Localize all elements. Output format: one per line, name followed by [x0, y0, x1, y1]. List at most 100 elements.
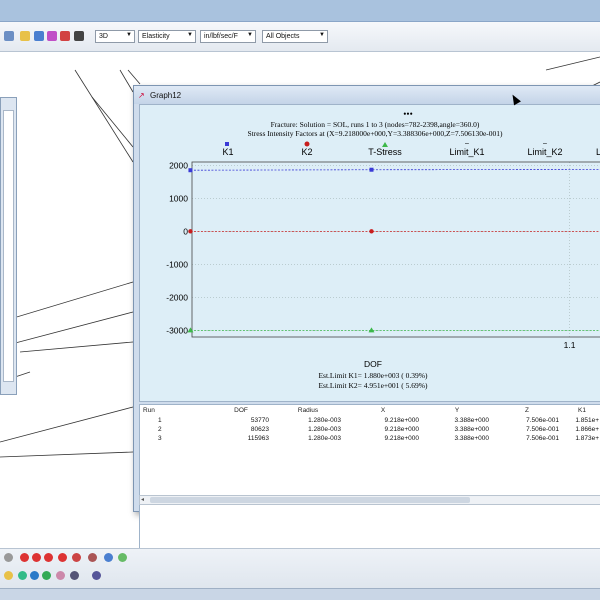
- legend-limit-k2-marker: –: [543, 140, 547, 147]
- results-table: Run DOF Radius X Y Z K1 1 53770 1.280e-003 9.218e…: [140, 405, 600, 443]
- column-header[interactable]: K1: [562, 405, 600, 416]
- table-cell: 3.388e+000: [454, 417, 489, 424]
- column-header[interactable]: Radius: [272, 405, 344, 416]
- est-limit-k1: Est.Limit K1= 1.880e+003 ( 0.39%): [318, 371, 428, 380]
- table-cell: 1.873e+: [575, 435, 599, 442]
- table-cell: 53770: [250, 417, 269, 424]
- plot-grid: [192, 162, 600, 337]
- k1-point: [188, 168, 193, 173]
- filter-select[interactable]: All Objects ▼: [262, 30, 328, 43]
- column-header[interactable]: Y: [422, 405, 492, 416]
- open-folder-icon[interactable]: [20, 31, 30, 41]
- globe-icon[interactable]: [92, 571, 101, 580]
- table-cell: 3: [158, 435, 162, 442]
- legend-limit-k1-marker: –: [465, 140, 469, 147]
- plot-area: ••• Fracture: Solution = SOL, runs 1 to …: [139, 104, 600, 402]
- graph-window[interactable]: ↗ Graph12 ••• Fracture: Solution = SOL, …: [133, 85, 600, 584]
- series-line-k1: [190, 169, 600, 171]
- chevron-down-icon: ▼: [187, 32, 193, 38]
- filter-value: All Objects: [266, 33, 300, 40]
- y-tick-label: -3000: [166, 325, 188, 335]
- table-cell: 1.280e-003: [308, 417, 341, 424]
- table-cell: 7.506e-001: [526, 426, 559, 433]
- legend-limit-k2: Limit_K2: [527, 147, 562, 157]
- view-mode-value: 3D: [99, 33, 108, 40]
- legend-k1-marker: [225, 142, 229, 146]
- stop-icon[interactable]: [32, 553, 41, 562]
- stop-icon[interactable]: [58, 553, 67, 562]
- y-tick-label: 2000: [169, 160, 188, 170]
- plot-series: [187, 167, 600, 333]
- shape-icon[interactable]: [30, 571, 39, 580]
- table-cell: 9.218e+000: [384, 417, 419, 424]
- legend-k2-marker: [304, 141, 310, 147]
- graph-title-bar[interactable]: ↗ Graph12: [134, 86, 600, 104]
- stop-icon[interactable]: [20, 553, 29, 562]
- k1-point: [369, 167, 374, 172]
- shape-icon[interactable]: [4, 571, 13, 580]
- table-cell: 9.218e+000: [384, 435, 419, 442]
- select-icon[interactable]: [4, 31, 14, 41]
- chevron-down-icon: ▼: [319, 32, 325, 38]
- k2-point: [188, 229, 193, 234]
- table-cell: 3.388e+000: [454, 426, 489, 433]
- grid-icon[interactable]: [70, 571, 79, 580]
- x-tick-label: 1.1: [564, 340, 576, 350]
- gear-icon[interactable]: [88, 553, 97, 562]
- filter-icon[interactable]: [72, 553, 81, 562]
- y-tick-label: 1000: [169, 193, 188, 203]
- bottom-toolbar: [0, 548, 600, 588]
- app-title-bar: [0, 0, 600, 22]
- tool-icon[interactable]: [4, 553, 13, 562]
- table-cell: 1.280e-003: [308, 426, 341, 433]
- legend-limit-k1: Limit_K1: [449, 147, 484, 157]
- table-cell: 1.280e-003: [308, 435, 341, 442]
- legend-tstress: T-Stress: [368, 147, 402, 157]
- chevron-down-icon: ▼: [247, 32, 253, 38]
- legend-limit-overflow: Li: [596, 147, 600, 157]
- analysis-value: Elasticity: [142, 33, 170, 40]
- analysis-select[interactable]: Elasticity ▼: [138, 30, 196, 43]
- y-tick-label: -1000: [166, 259, 188, 269]
- x-axis-ticks: 0.6e50.7e50.8e50.9e51.0e51.1: [564, 340, 576, 350]
- star-icon[interactable]: [118, 553, 127, 562]
- legend-k2: K2: [301, 147, 312, 157]
- plot-frame: [191, 161, 600, 338]
- gear-icon[interactable]: [104, 553, 113, 562]
- shape-icon[interactable]: [42, 571, 51, 580]
- y-tick-label: 0: [183, 226, 188, 236]
- save-icon[interactable]: [34, 31, 44, 41]
- units-select[interactable]: in/lbf/sec/F ▼: [200, 30, 256, 43]
- stop-icon[interactable]: [44, 553, 53, 562]
- print-icon[interactable]: [47, 31, 57, 41]
- scroll-left-icon[interactable]: ◂: [141, 496, 144, 503]
- table-cell: 1: [158, 417, 162, 424]
- shape-icon[interactable]: [18, 571, 27, 580]
- table-header-row: Run DOF Radius X Y Z K1: [140, 405, 600, 416]
- table-row[interactable]: 3 115963 1.280e-003 9.218e+000 3.388e+000 7.5…: [140, 434, 600, 443]
- table-cell: 7.506e-001: [526, 417, 559, 424]
- menu-dots[interactable]: •••: [403, 109, 412, 119]
- side-panel: [0, 97, 17, 395]
- est-limit-k2: Est.Limit K2= 4.951e+001 ( 5.69%): [318, 381, 428, 390]
- table-row[interactable]: 2 80623 1.280e-003 9.218e+000 3.388e+000 7.50…: [140, 425, 600, 434]
- main-toolbar: 3D ▼ Elasticity ▼ in/lbf/sec/F ▼ All Obj…: [0, 22, 600, 52]
- table-cell: 1.866e+: [575, 426, 599, 433]
- view-mode-select[interactable]: 3D ▼: [95, 30, 135, 43]
- tstress-point: [368, 327, 375, 333]
- text-icon[interactable]: [56, 571, 65, 580]
- camera-icon[interactable]: [74, 31, 84, 41]
- y-tick-label: -2000: [166, 292, 188, 302]
- flag-icon[interactable]: [60, 31, 70, 41]
- column-header[interactable]: Z: [492, 405, 562, 416]
- table-row[interactable]: 1 53770 1.280e-003 9.218e+000 3.388e+000 7.50…: [140, 416, 600, 425]
- table-cell: 2: [158, 426, 162, 433]
- table-cell: 80623: [250, 426, 269, 433]
- column-header[interactable]: Run: [140, 405, 210, 416]
- tstress-point: [187, 327, 194, 333]
- scrollbar-thumb[interactable]: [150, 497, 470, 503]
- column-header[interactable]: X: [344, 405, 422, 416]
- units-value: in/lbf/sec/F: [204, 33, 238, 40]
- column-header[interactable]: DOF: [210, 405, 272, 416]
- horizontal-scrollbar[interactable]: ◂: [139, 495, 600, 505]
